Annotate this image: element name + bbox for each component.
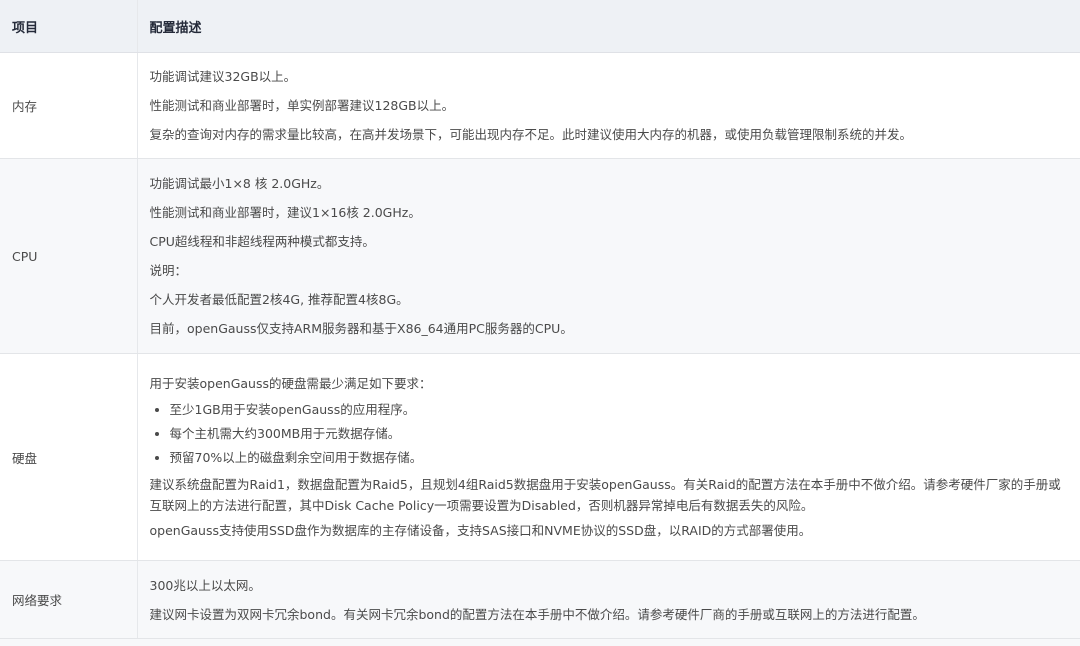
desc-line: 目前，openGauss仅支持ARM服务器和基于X86_64通用PC服务器的CP…: [149, 321, 573, 336]
row-label-memory: 内存: [0, 52, 137, 159]
row-cell-empty: [0, 638, 137, 646]
row-desc-cpu: 功能调试最小1×8 核 2.0GHz。 性能测试和商业部署时，建议1×16核 2…: [136, 158, 1080, 354]
list-item: 至少1GB用于安装openGauss的应用程序。: [170, 398, 1069, 422]
row-label-disk: 硬盘: [0, 353, 137, 561]
desc-line: 用于安装openGauss的硬盘需最少满足如下要求：: [149, 376, 432, 391]
header-description: 配置描述: [136, 0, 1080, 53]
hardware-requirements-table: 项目 配置描述 内存 功能调试建议32GB以上。 性能测试和商业部署时，单实例部…: [0, 0, 1080, 646]
desc-line: 性能测试和商业部署时，建议1×16核 2.0GHz。: [149, 205, 421, 220]
table-row-memory: 内存 功能调试建议32GB以上。 性能测试和商业部署时，单实例部署建议128GB…: [0, 52, 1080, 159]
list-item: 每个主机需大约300MB用于元数据存储。: [170, 422, 1069, 446]
desc-line: 建议网卡设置为双网卡冗余bond。有关网卡冗余bond的配置方法在本手册中不做介…: [149, 606, 925, 622]
row-cell-empty: [137, 638, 1080, 646]
desc-line: openGauss支持使用SSD盘作为数据库的主存储设备，支持SAS接口和NVM…: [149, 523, 812, 538]
list-item: 预留70%以上的磁盘剩余空间用于数据存储。: [170, 446, 1069, 470]
note-label: 说明：: [149, 263, 188, 278]
desc-paragraph: 建议系统盘配置为Raid1，数据盘配置为Raid5，且规划4组Raid5数据盘用…: [149, 477, 1061, 513]
row-desc-memory: 功能调试建议32GB以上。 性能测试和商业部署时，单实例部署建议128GB以上。…: [136, 52, 1080, 159]
table-row-disk: 硬盘 用于安装openGauss的硬盘需最少满足如下要求： 至少1GB用于安装o…: [0, 353, 1080, 561]
desc-line: 复杂的查询对内存的需求量比较高，在高并发场景下，可能出现内存不足。此时建议使用大…: [149, 127, 913, 142]
desc-line: 300兆以上以太网。: [149, 577, 261, 593]
header-item: 项目: [0, 0, 137, 53]
row-label-network: 网络要求: [0, 560, 137, 639]
table-header-row: 项目 配置描述: [0, 0, 1080, 53]
desc-line: 个人开发者最低配置2核4G, 推荐配置4核8G。: [149, 292, 409, 307]
desc-line: 性能测试和商业部署时，单实例部署建议128GB以上。: [149, 98, 455, 113]
table-row-next: [0, 638, 1080, 646]
desc-line: 功能调试最小1×8 核 2.0GHz。: [149, 176, 330, 191]
disk-requirement-list: 至少1GB用于安装openGauss的应用程序。 每个主机需大约300MB用于元…: [150, 398, 1069, 470]
row-label-cpu: CPU: [0, 158, 137, 354]
table-row-network: 网络要求 300兆以上以太网。 建议网卡设置为双网卡冗余bond。有关网卡冗余b…: [0, 560, 1080, 639]
row-desc-network: 300兆以上以太网。 建议网卡设置为双网卡冗余bond。有关网卡冗余bond的配…: [136, 560, 1080, 639]
desc-line: 功能调试建议32GB以上。: [149, 69, 297, 84]
desc-line: CPU超线程和非超线程两种模式都支持。: [149, 234, 375, 249]
table-row-cpu: CPU 功能调试最小1×8 核 2.0GHz。 性能测试和商业部署时，建议1×1…: [0, 158, 1080, 354]
row-desc-disk: 用于安装openGauss的硬盘需最少满足如下要求： 至少1GB用于安装open…: [136, 353, 1080, 561]
